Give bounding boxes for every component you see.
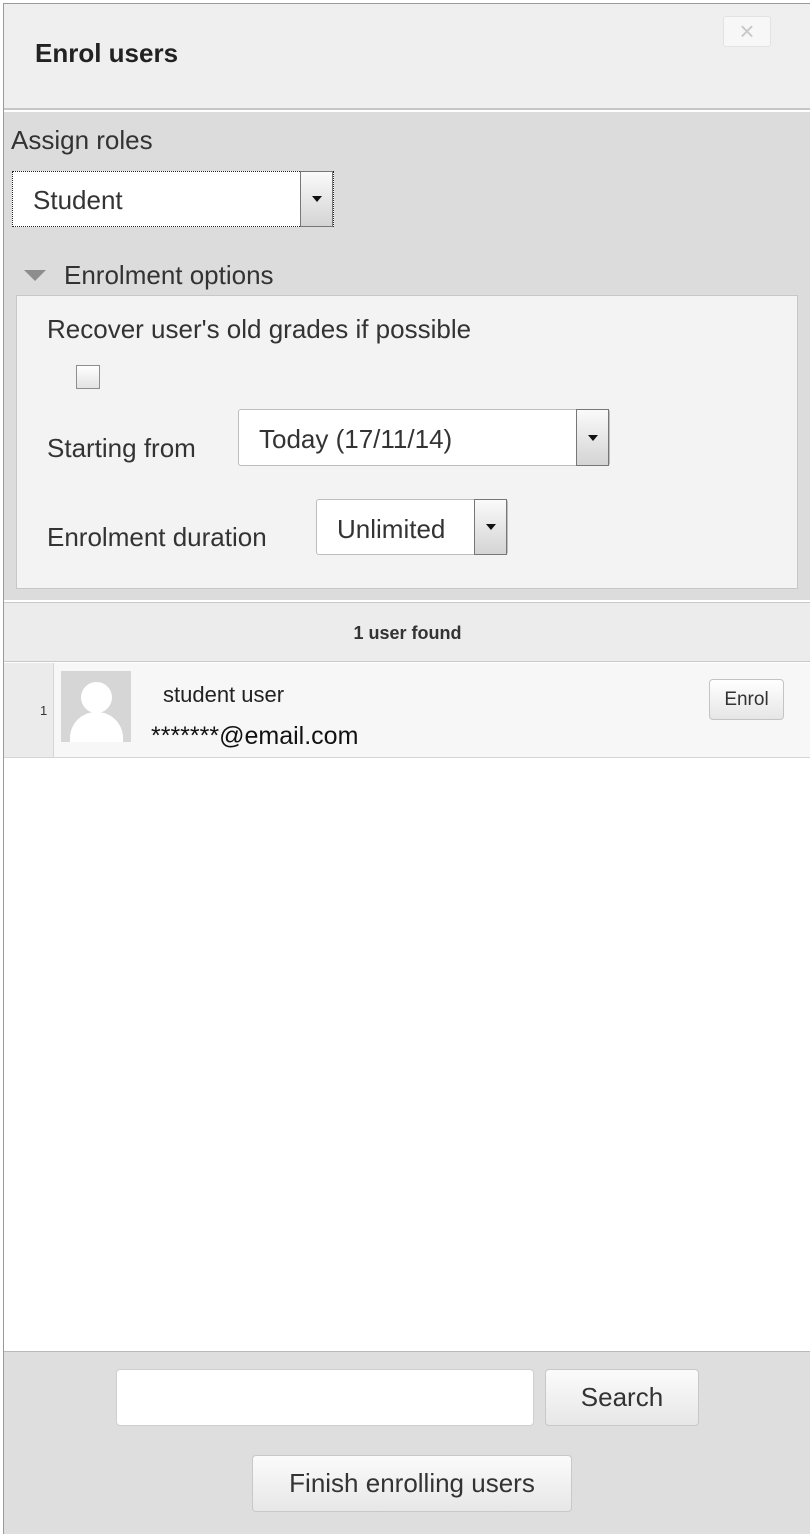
chevron-down-icon[interactable]: [576, 409, 609, 466]
row-number: 1: [40, 703, 48, 718]
search-input[interactable]: [116, 1369, 534, 1426]
dialog-title: Enrol users: [35, 38, 179, 68]
user-email: *******@email.com: [151, 722, 359, 750]
enrolment-options-panel: Recover user's old grades if possible St…: [16, 295, 798, 589]
triangle-down-icon: [24, 269, 46, 281]
finish-enrolling-button[interactable]: Finish enrolling users: [252, 1455, 572, 1512]
results-count-bar: 1 user found: [4, 602, 810, 662]
row-number-cell: 1: [4, 663, 54, 757]
enrol-button[interactable]: Enrol: [709, 679, 784, 720]
user-row: 1 student user *******@email.com Enrol: [4, 663, 810, 758]
starting-from-label: Starting from: [47, 433, 196, 463]
enrolment-duration-label: Enrolment duration: [47, 522, 267, 552]
enrolment-duration-select[interactable]: Unlimited: [316, 499, 508, 555]
role-select[interactable]: Student: [12, 171, 334, 227]
search-button[interactable]: Search: [545, 1369, 699, 1426]
dialog-header: Enrol users ×: [4, 4, 810, 110]
starting-from-value: Today (17/11/14): [259, 424, 453, 454]
results-count: 1 user found: [353, 623, 462, 643]
enrolment-duration-value: Unlimited: [337, 514, 446, 544]
user-avatar-icon: [61, 671, 131, 742]
enrolment-options-label: Enrolment options: [64, 260, 274, 290]
enrol-users-dialog: Enrol users × Assign roles Student Enrol…: [3, 3, 810, 1534]
options-area: Assign roles Student Enrolment options R…: [4, 112, 810, 600]
starting-from-select[interactable]: Today (17/11/14): [238, 409, 610, 466]
user-name: student user: [163, 682, 285, 707]
recover-grades-checkbox[interactable]: [76, 365, 100, 389]
dialog-footer: Search Finish enrolling users: [4, 1351, 810, 1534]
recover-grades-label: Recover user's old grades if possible: [47, 314, 472, 344]
close-button[interactable]: ×: [723, 16, 771, 47]
chevron-down-icon[interactable]: [474, 499, 507, 555]
enrolment-options-toggle[interactable]: Enrolment options: [24, 260, 274, 291]
close-icon: ×: [739, 16, 755, 46]
assign-roles-label: Assign roles: [11, 125, 153, 155]
chevron-down-icon[interactable]: [300, 171, 333, 227]
role-select-value: Student: [33, 185, 123, 215]
